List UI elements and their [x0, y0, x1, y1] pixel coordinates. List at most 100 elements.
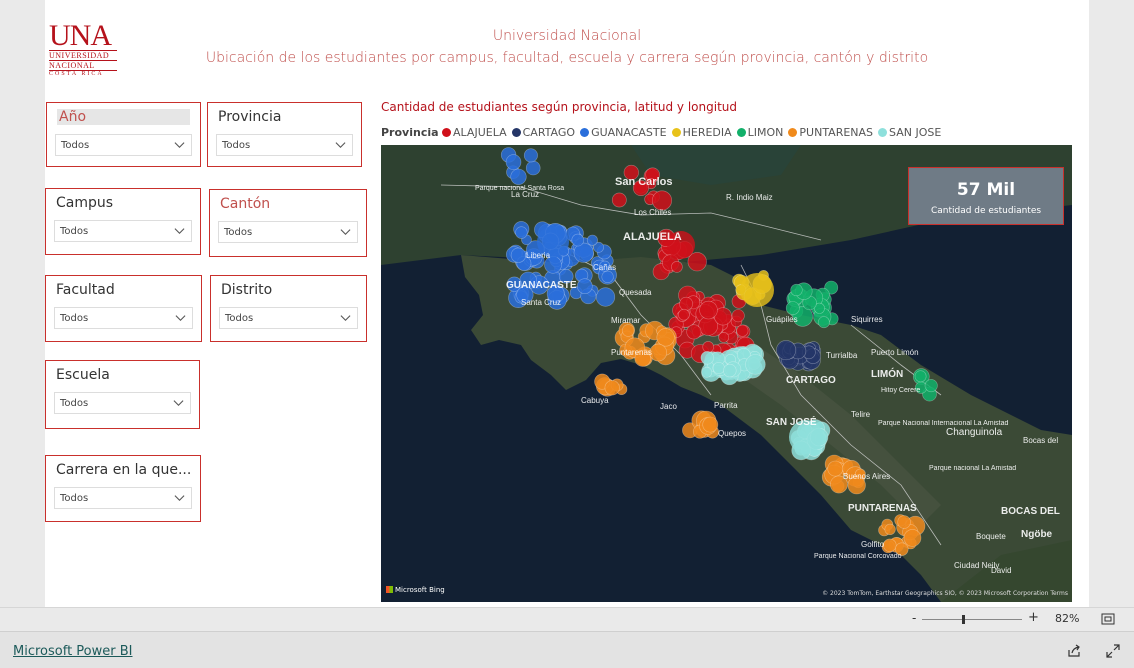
map-bubble-san-jose[interactable] — [712, 362, 725, 375]
zoom-out-button[interactable]: - — [912, 611, 916, 625]
map-bubble-guanacaste[interactable] — [505, 154, 522, 170]
map-bubble-alajuela[interactable] — [686, 324, 702, 340]
map-visual[interactable]: San Carlos Los Chiles La Cruz Parque nacion… — [381, 145, 1072, 602]
map-bubble-alajuela[interactable] — [671, 261, 683, 273]
slicer-distrito[interactable]: Distrito Todos — [210, 275, 367, 342]
map-bubble-puntarenas[interactable] — [604, 380, 620, 396]
map-bubble-limon[interactable] — [924, 379, 938, 393]
map-bubble-puntarenas[interactable] — [656, 328, 675, 347]
legend-item-heredia[interactable]: HEREDIA — [671, 126, 732, 139]
map-bubble-alajuela[interactable] — [702, 341, 715, 353]
map-bubble-alajuela[interactable] — [679, 296, 693, 311]
map-bubble-guanacaste[interactable] — [525, 160, 541, 176]
zoom-bar: - + 82% — [0, 607, 1134, 632]
map-bubble-guanacaste[interactable] — [601, 270, 614, 283]
map-bubble-guanacaste[interactable] — [571, 233, 585, 247]
slicer-canton[interactable]: Cantón Todos — [209, 189, 367, 257]
slicer-provincia-dropdown[interactable]: Todos — [216, 134, 353, 156]
map-bubble-puntarenas[interactable] — [903, 529, 922, 547]
map-bubble-san-jose[interactable] — [723, 363, 737, 378]
slicer-provincia[interactable]: Provincia Todos — [207, 102, 362, 167]
map-place-label: Parrita — [714, 401, 738, 410]
slicer-campus-dropdown[interactable]: Todos — [54, 220, 192, 242]
slicer-canton-dropdown[interactable]: Todos — [218, 221, 358, 243]
legend-item-san-jose[interactable]: SAN JOSE — [878, 126, 941, 139]
map-place-label: BOCAS DEL — [1001, 506, 1060, 517]
slicer-facultad[interactable]: Facultad Todos — [45, 275, 202, 342]
fullscreen-icon[interactable] — [1106, 644, 1120, 658]
map-bubble-puntarenas[interactable] — [897, 515, 911, 529]
share-icon[interactable] — [1067, 644, 1081, 658]
map-place-label: Jaco — [660, 402, 677, 411]
chevron-down-icon — [174, 142, 185, 149]
chevron-down-icon — [173, 400, 184, 407]
map-bubble-guanacaste[interactable] — [586, 234, 598, 246]
kpi-caption: Cantidad de estudiantes — [930, 206, 1042, 216]
legend-item-puntarenas[interactable]: PUNTARENAS — [788, 126, 873, 139]
map-place-label: PUNTARENAS — [848, 503, 917, 514]
chevron-down-icon — [175, 315, 186, 322]
map-bubble-limon[interactable] — [785, 301, 800, 315]
legend-item-cartago[interactable]: CARTAGO — [511, 126, 576, 139]
power-bi-link[interactable]: Microsoft Power BI — [13, 644, 132, 659]
zoom-slider-thumb[interactable] — [962, 615, 965, 624]
map-place-label: San Carlos — [615, 176, 672, 188]
map-credit[interactable]: © 2023 TomTom, Earthstar Geographics SIO… — [822, 590, 1068, 597]
legend-item-guanacaste[interactable]: GUANACASTE — [580, 126, 667, 139]
fit-page-icon[interactable] — [1101, 613, 1115, 626]
map-bubble-puntarenas[interactable] — [649, 343, 668, 362]
map-bubble-guanacaste[interactable] — [577, 278, 593, 294]
map-bubble-alajuela[interactable] — [611, 192, 627, 208]
map-bubble-limon[interactable] — [817, 316, 830, 329]
legend-dot — [788, 128, 798, 137]
map-bubble-alajuela[interactable] — [699, 300, 718, 320]
map-bubble-puntarenas[interactable] — [884, 523, 896, 536]
map-place-label: Puerto Limón — [871, 348, 919, 357]
map-place-label: Boquete — [976, 532, 1006, 541]
slicer-escuela-dropdown[interactable]: Todos — [54, 392, 191, 414]
map-bubble-guanacaste[interactable] — [515, 226, 528, 239]
slicer-campus[interactable]: Campus Todos — [45, 188, 201, 255]
map-bubble-puntarenas[interactable] — [883, 538, 897, 552]
map-bubble-guanacaste[interactable] — [523, 148, 538, 163]
legend-title: Provincia — [381, 126, 439, 139]
map-bubble-guanacaste[interactable] — [595, 287, 616, 307]
map-bubble-guanacaste[interactable] — [510, 168, 527, 185]
map-bubble-puntarenas[interactable] — [702, 416, 719, 433]
map-bubble-limon[interactable] — [790, 283, 803, 297]
map-bubble-puntarenas[interactable] — [622, 324, 635, 337]
map-bubble-puntarenas[interactable] — [827, 460, 844, 477]
map-bubble-large[interactable] — [740, 273, 774, 307]
map-place-label: Miramar — [611, 316, 641, 325]
map-bubble-guanacaste[interactable] — [510, 247, 526, 263]
map-place-label: Siquirres — [851, 315, 883, 324]
legend-label: HEREDIA — [682, 126, 732, 139]
map-place-label: Parque Nacional Corcovado — [814, 553, 902, 560]
map-bubble-alajuela[interactable] — [736, 324, 749, 337]
slicer-carrera[interactable]: Carrera en la que... Todos — [45, 455, 201, 522]
legend-dot — [878, 128, 888, 137]
map-place-label: Quepos — [718, 429, 746, 438]
map-bubble-alajuela[interactable] — [731, 309, 745, 323]
zoom-in-button[interactable]: + — [1028, 610, 1039, 625]
map-bubble-limon[interactable] — [914, 370, 927, 383]
map-bubble-alajuela[interactable] — [678, 308, 690, 321]
map-bubble-san-jose[interactable] — [745, 354, 766, 375]
chevron-down-icon — [340, 315, 351, 322]
zoom-slider[interactable] — [922, 615, 1022, 624]
slicer-distrito-dropdown[interactable]: Todos — [219, 307, 358, 329]
legend-item-limon[interactable]: LIMON — [736, 126, 783, 139]
legend-item-alajuela[interactable]: ALAJUELA — [442, 126, 507, 139]
map-bubble-cartago[interactable] — [776, 340, 797, 361]
slicer-escuela[interactable]: Escuela Todos — [45, 360, 200, 429]
map-bubble-san-jose[interactable] — [700, 351, 714, 365]
map-bubble-san-jose[interactable] — [701, 366, 713, 378]
map-place-label: Cabuya — [581, 396, 609, 405]
slicer-anio-dropdown[interactable]: Todos — [55, 134, 192, 156]
zoom-percent[interactable]: 82% — [1055, 612, 1079, 625]
slicer-facultad-dropdown[interactable]: Todos — [54, 307, 193, 329]
slicer-anio[interactable]: Año Todos — [46, 102, 201, 167]
slicer-carrera-dropdown[interactable]: Todos — [54, 487, 192, 509]
map-legend: Provincia ALAJUELA CARTAGO GUANACASTE HERED… — [381, 126, 946, 139]
legend-label: CARTAGO — [522, 126, 576, 139]
